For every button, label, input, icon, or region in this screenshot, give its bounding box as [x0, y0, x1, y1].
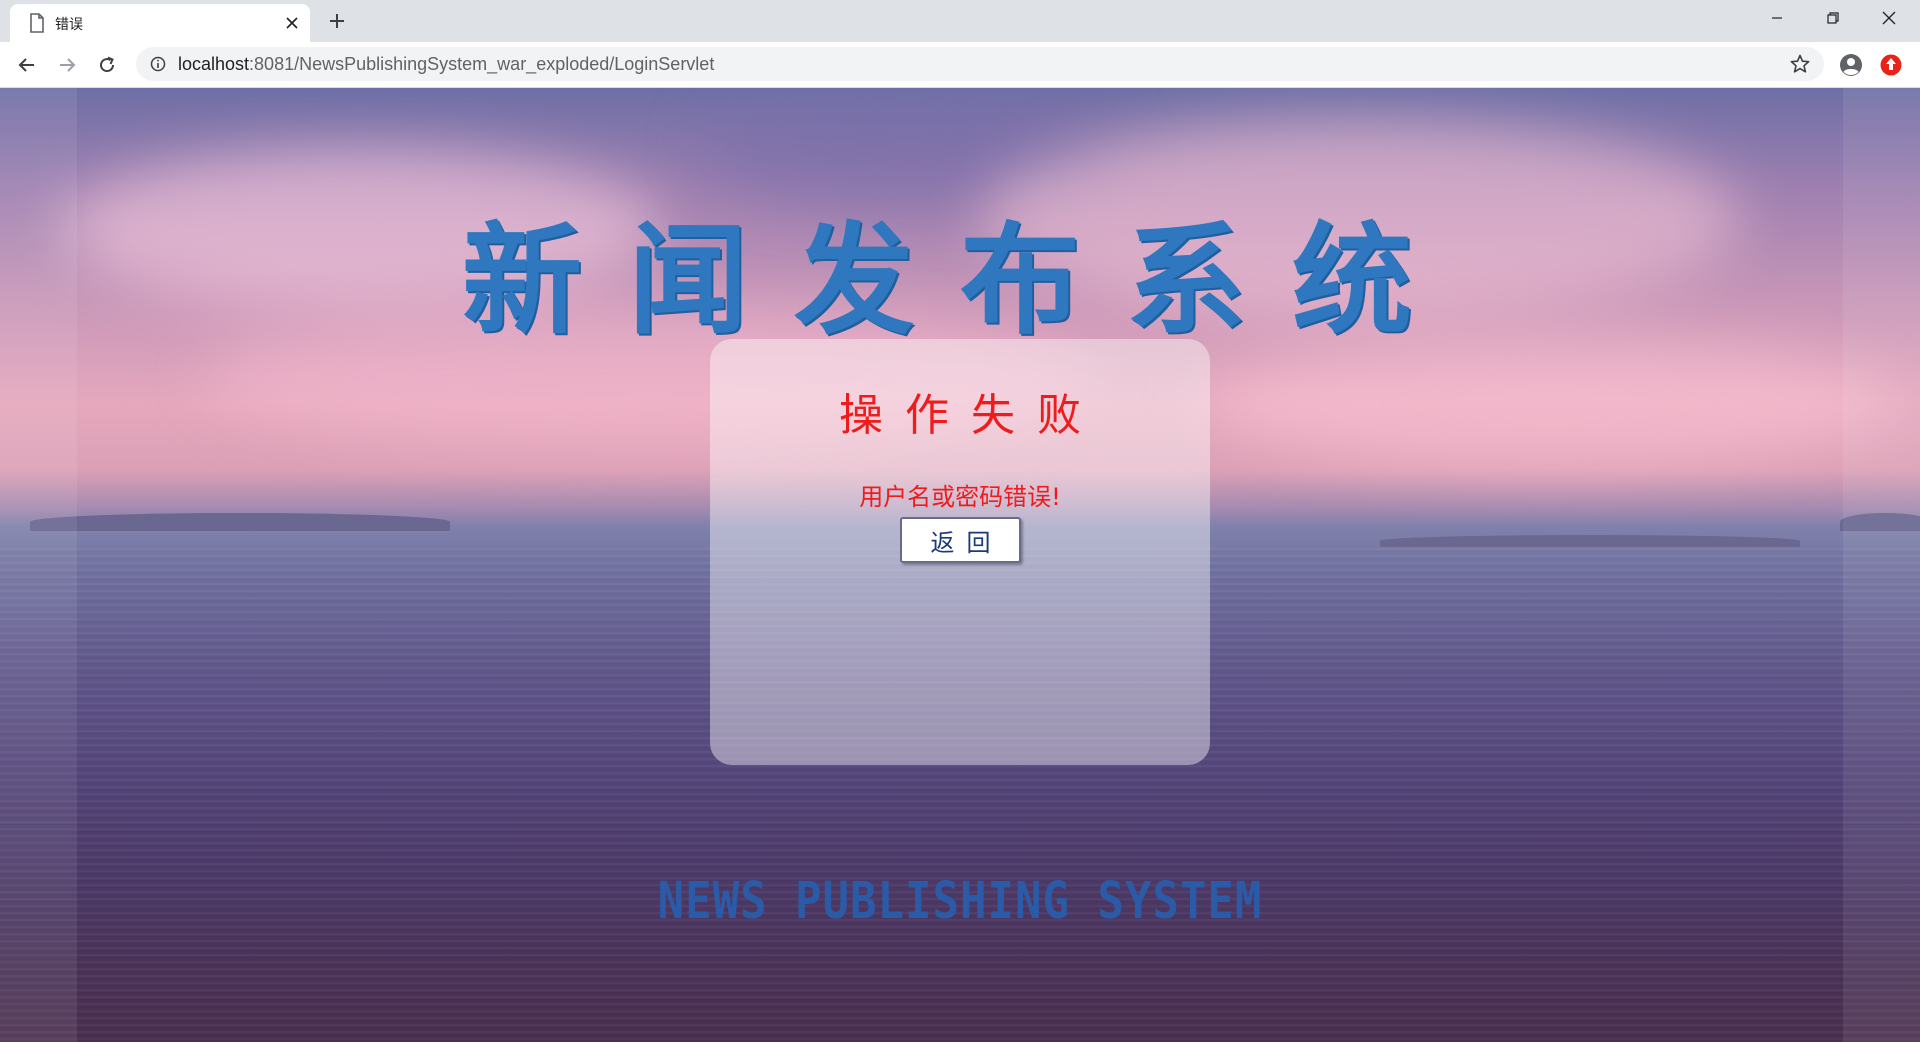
- tab-title: 错误: [55, 17, 83, 33]
- restore-icon: [1827, 12, 1839, 24]
- page-viewport: 新闻发布系统 操作失败 用户名或密码错误! 返回 NEWS PUBLISHING…: [0, 88, 1920, 1042]
- reload-button[interactable]: [93, 51, 121, 79]
- star-icon[interactable]: [1790, 54, 1810, 74]
- address-bar[interactable]: localhost:8081/NewsPublishingSystem_war_…: [136, 47, 1824, 81]
- back-arrow-icon: [18, 58, 34, 72]
- error-message: 用户名或密码错误!: [859, 483, 1061, 511]
- page-icon: [30, 13, 44, 33]
- profile-icon[interactable]: [1839, 53, 1863, 77]
- tab-strip: 错误: [0, 0, 1920, 42]
- window-minimize-button[interactable]: [1754, 0, 1800, 36]
- minimize-icon: [1772, 17, 1782, 19]
- back-button[interactable]: [13, 51, 41, 79]
- footer-subtitle: NEWS PUBLISHING SYSTEM: [657, 872, 1263, 931]
- page-title: 新闻发布系统: [462, 212, 1458, 351]
- background-island: [1380, 535, 1800, 547]
- return-button[interactable]: 返回: [900, 517, 1021, 563]
- plus-icon: [330, 14, 344, 28]
- tab-close-button[interactable]: [282, 13, 302, 33]
- url-host: localhost: [178, 54, 250, 74]
- new-tab-button[interactable]: [324, 8, 350, 34]
- browser-toolbar: localhost:8081/NewsPublishingSystem_war_…: [0, 42, 1920, 88]
- close-icon: [1882, 11, 1896, 25]
- info-icon[interactable]: [150, 56, 166, 72]
- window-restore-button[interactable]: [1810, 0, 1856, 36]
- background-cloud: [1200, 338, 1900, 468]
- forward-button[interactable]: [53, 51, 81, 79]
- reload-icon: [100, 56, 115, 73]
- extension-icon[interactable]: [1880, 54, 1902, 76]
- url-text[interactable]: localhost:8081/NewsPublishingSystem_war_…: [178, 54, 714, 75]
- browser-tab[interactable]: 错误: [10, 4, 310, 42]
- url-path: :8081/NewsPublishingSystem_war_exploded/…: [249, 54, 715, 74]
- error-heading: 操作失败: [839, 390, 1103, 441]
- forward-arrow-icon: [60, 58, 76, 72]
- page-side-margin: [0, 88, 77, 1042]
- close-icon: [286, 17, 298, 29]
- background-island: [30, 513, 450, 531]
- window-close-button[interactable]: [1866, 0, 1912, 36]
- page-side-margin: [1843, 88, 1920, 1042]
- error-panel: 操作失败 用户名或密码错误! 返回: [710, 339, 1210, 765]
